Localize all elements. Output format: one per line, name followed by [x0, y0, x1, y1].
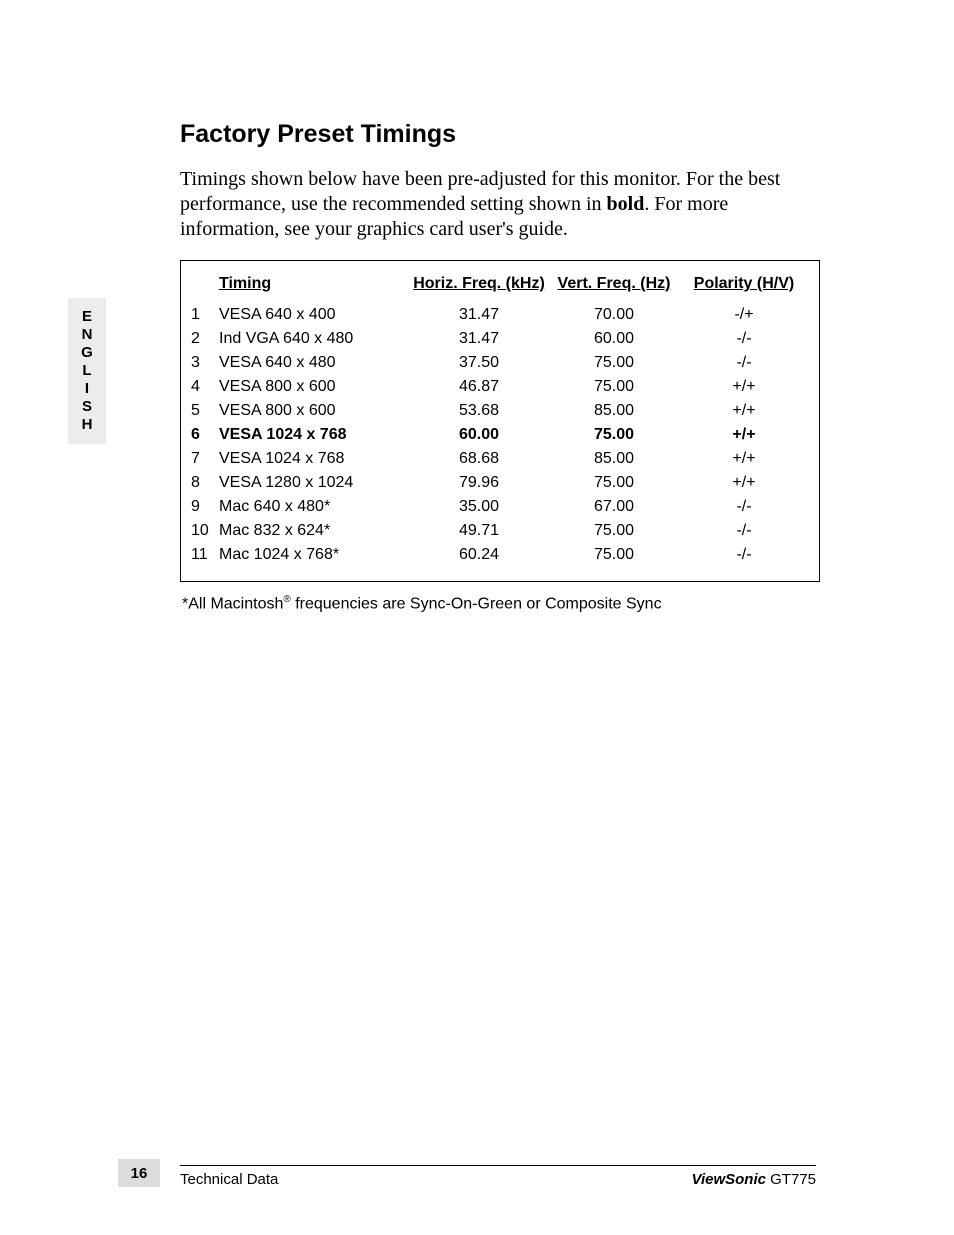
intro-paragraph: Timings shown below have been pre-adjust…	[180, 167, 820, 242]
cell-vfreq: 60.00	[549, 327, 679, 351]
footnote-post: frequencies are Sync-On-Green or Composi…	[291, 595, 662, 612]
cell-polarity: +/+	[679, 447, 809, 471]
language-tab-letter: S	[68, 398, 106, 416]
cell-hfreq: 31.47	[409, 327, 549, 351]
cell-vfreq: 75.00	[549, 351, 679, 375]
language-tab-letter: E	[68, 308, 106, 326]
page-number: 16	[118, 1159, 160, 1187]
cell-timing: Mac 832 x 624*	[219, 519, 409, 543]
cell-num: 5	[191, 399, 219, 423]
header-timing: Timing	[219, 275, 409, 303]
cell-polarity: -/-	[679, 543, 809, 567]
content-area: Factory Preset Timings Timings shown bel…	[180, 120, 820, 613]
cell-timing: Ind VGA 640 x 480	[219, 327, 409, 351]
cell-num: 11	[191, 543, 219, 567]
header-blank	[191, 275, 219, 303]
header-polarity: Polarity (H/V)	[679, 275, 809, 303]
cell-polarity: +/+	[679, 423, 809, 447]
cell-timing: VESA 1280 x 1024	[219, 471, 409, 495]
cell-timing: VESA 1024 x 768	[219, 423, 409, 447]
cell-vfreq: 85.00	[549, 399, 679, 423]
page: ENGLISH Factory Preset Timings Timings s…	[0, 0, 954, 1235]
registered-mark: ®	[283, 594, 290, 605]
table-row: 9Mac 640 x 480*35.0067.00-/-	[191, 495, 809, 519]
cell-polarity: -/+	[679, 303, 809, 327]
language-tab-letter: G	[68, 344, 106, 362]
cell-hfreq: 53.68	[409, 399, 549, 423]
cell-num: 3	[191, 351, 219, 375]
cell-polarity: -/-	[679, 351, 809, 375]
table-row: 3VESA 640 x 48037.5075.00-/-	[191, 351, 809, 375]
language-tab-letter: I	[68, 380, 106, 398]
cell-polarity: +/+	[679, 399, 809, 423]
cell-timing: VESA 640 x 480	[219, 351, 409, 375]
footer-brand-model: ViewSonic GT775	[692, 1171, 817, 1188]
language-tab: ENGLISH	[68, 298, 106, 444]
cell-polarity: +/+	[679, 375, 809, 399]
table-row: 5VESA 800 x 60053.6885.00+/+	[191, 399, 809, 423]
cell-hfreq: 68.68	[409, 447, 549, 471]
language-tab-letter: N	[68, 326, 106, 344]
cell-timing: Mac 1024 x 768*	[219, 543, 409, 567]
cell-vfreq: 70.00	[549, 303, 679, 327]
cell-hfreq: 60.24	[409, 543, 549, 567]
cell-timing: VESA 800 x 600	[219, 375, 409, 399]
cell-vfreq: 85.00	[549, 447, 679, 471]
cell-vfreq: 75.00	[549, 543, 679, 567]
table-row: 1VESA 640 x 40031.4770.00-/+	[191, 303, 809, 327]
table-row: 2Ind VGA 640 x 48031.4760.00-/-	[191, 327, 809, 351]
cell-hfreq: 46.87	[409, 375, 549, 399]
cell-polarity: -/-	[679, 327, 809, 351]
cell-num: 4	[191, 375, 219, 399]
cell-num: 8	[191, 471, 219, 495]
footnote-pre: *All Macintosh	[182, 595, 283, 612]
cell-hfreq: 49.71	[409, 519, 549, 543]
cell-timing: Mac 640 x 480*	[219, 495, 409, 519]
cell-num: 10	[191, 519, 219, 543]
cell-num: 2	[191, 327, 219, 351]
timing-table-box: Timing Horiz. Freq. (kHz) Vert. Freq. (H…	[180, 260, 820, 582]
cell-num: 1	[191, 303, 219, 327]
footer-rule	[180, 1165, 816, 1166]
cell-num: 9	[191, 495, 219, 519]
cell-hfreq: 79.96	[409, 471, 549, 495]
cell-vfreq: 75.00	[549, 375, 679, 399]
page-title: Factory Preset Timings	[180, 120, 820, 149]
cell-timing: VESA 1024 x 768	[219, 447, 409, 471]
timing-table: Timing Horiz. Freq. (kHz) Vert. Freq. (H…	[191, 275, 809, 567]
intro-bold: bold	[607, 193, 645, 215]
table-row: 7VESA 1024 x 76868.6885.00+/+	[191, 447, 809, 471]
cell-vfreq: 75.00	[549, 423, 679, 447]
table-header-row: Timing Horiz. Freq. (kHz) Vert. Freq. (H…	[191, 275, 809, 303]
cell-polarity: -/-	[679, 519, 809, 543]
cell-vfreq: 67.00	[549, 495, 679, 519]
cell-vfreq: 75.00	[549, 519, 679, 543]
footer-model: GT775	[766, 1171, 816, 1188]
cell-vfreq: 75.00	[549, 471, 679, 495]
table-row: 11Mac 1024 x 768*60.2475.00-/-	[191, 543, 809, 567]
header-hfreq: Horiz. Freq. (kHz)	[409, 275, 549, 303]
cell-num: 7	[191, 447, 219, 471]
cell-hfreq: 60.00	[409, 423, 549, 447]
table-row: 6VESA 1024 x 76860.0075.00+/+	[191, 423, 809, 447]
cell-polarity: -/-	[679, 495, 809, 519]
table-row: 4VESA 800 x 60046.8775.00+/+	[191, 375, 809, 399]
language-tab-letter: H	[68, 416, 106, 434]
cell-timing: VESA 640 x 400	[219, 303, 409, 327]
footer-section: Technical Data	[180, 1171, 278, 1188]
table-row: 8VESA 1280 x 102479.9675.00+/+	[191, 471, 809, 495]
cell-polarity: +/+	[679, 471, 809, 495]
cell-hfreq: 31.47	[409, 303, 549, 327]
cell-hfreq: 35.00	[409, 495, 549, 519]
cell-hfreq: 37.50	[409, 351, 549, 375]
cell-timing: VESA 800 x 600	[219, 399, 409, 423]
footer-brand: ViewSonic	[692, 1171, 766, 1188]
cell-num: 6	[191, 423, 219, 447]
header-vfreq: Vert. Freq. (Hz)	[549, 275, 679, 303]
language-tab-letter: L	[68, 362, 106, 380]
footnote: *All Macintosh® frequencies are Sync-On-…	[180, 594, 820, 613]
table-row: 10Mac 832 x 624*49.7175.00-/-	[191, 519, 809, 543]
